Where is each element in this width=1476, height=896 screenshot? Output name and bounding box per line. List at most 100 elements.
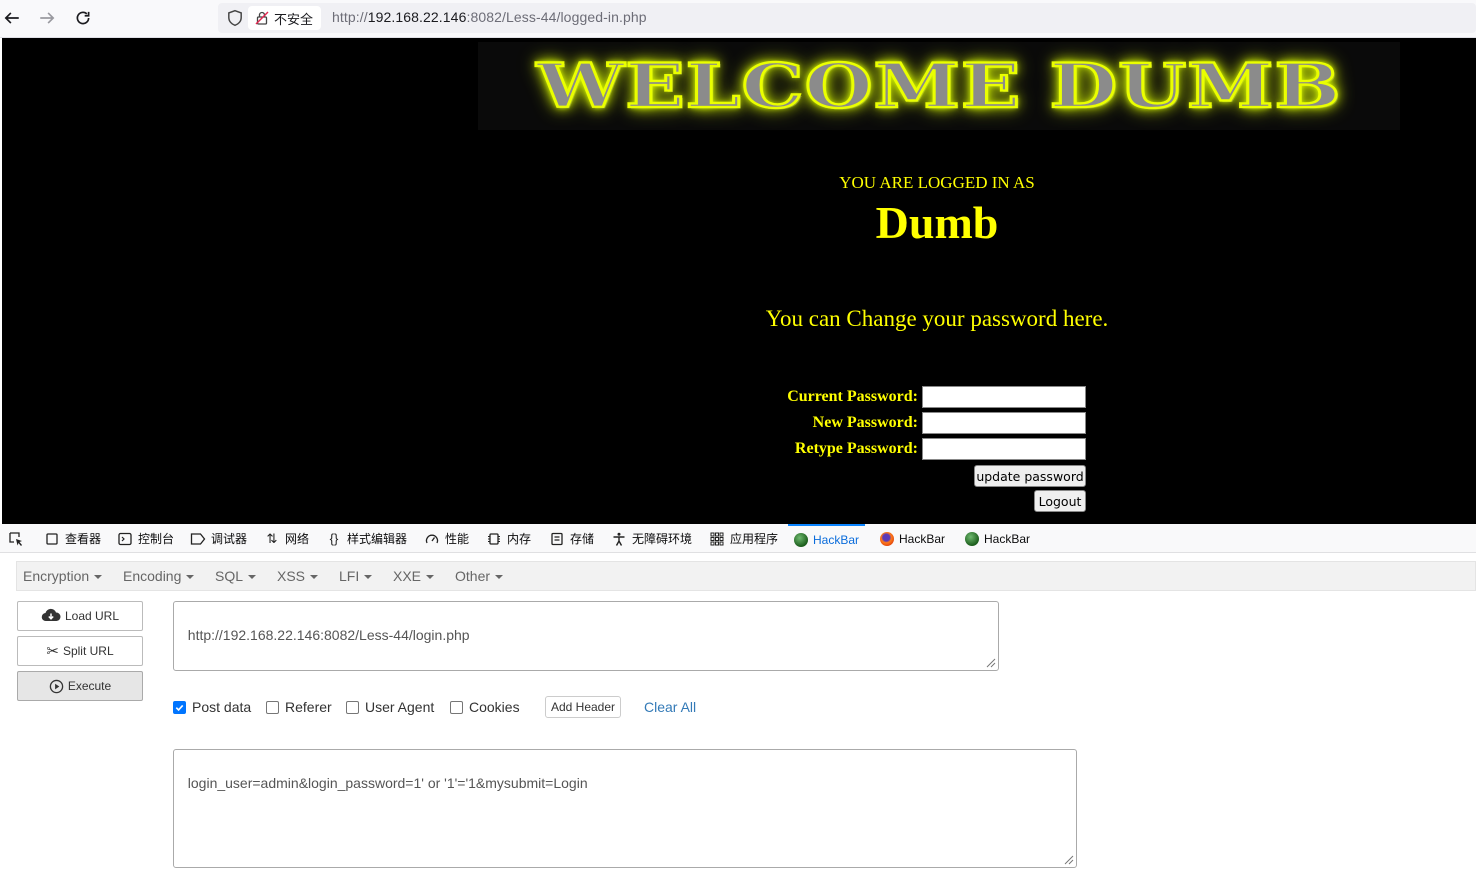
resize-grip-icon[interactable] bbox=[1062, 853, 1074, 865]
menu-other[interactable]: Other bbox=[455, 568, 504, 584]
tab-hackbar-2[interactable]: HackBar bbox=[880, 524, 945, 553]
menu-xss[interactable]: XSS bbox=[277, 568, 319, 584]
application-icon bbox=[709, 531, 725, 547]
insecure-connection-indicator[interactable]: 不安全 bbox=[248, 6, 322, 30]
retype-password-input[interactable] bbox=[922, 438, 1086, 460]
cloud-download-icon bbox=[41, 608, 61, 622]
tab-memory[interactable]: 内存 bbox=[486, 524, 531, 553]
tab-label: 性能 bbox=[445, 532, 470, 546]
split-url-label: Split URL bbox=[62, 644, 114, 658]
menu-label: XXE bbox=[393, 568, 422, 584]
cookies-label: Cookies bbox=[469, 699, 520, 715]
tab-label: HackBar bbox=[899, 531, 946, 546]
tab-accessibility[interactable]: 无障碍环境 bbox=[611, 524, 692, 553]
post-data-textarea[interactable]: login_user=admin&login_password=1' or '1… bbox=[173, 749, 1077, 868]
url-text[interactable]: http://192.168.22.146:8082/Less-44/logge… bbox=[332, 9, 647, 25]
browser-toolbar: 不安全 http://192.168.22.146:8082/Less-44/l… bbox=[0, 0, 1476, 38]
checkbox-icon[interactable] bbox=[346, 700, 359, 714]
menu-sql[interactable]: SQL bbox=[215, 568, 257, 584]
performance-icon bbox=[424, 531, 440, 547]
tab-label: HackBar bbox=[813, 532, 860, 547]
tab-network[interactable]: ⇅ 网络 bbox=[264, 524, 309, 553]
reload-icon bbox=[76, 11, 90, 25]
post-data-value: login_user=admin&login_password=1' or '1… bbox=[187, 775, 588, 791]
current-password-label: Current Password: bbox=[787, 388, 918, 405]
menu-label: SQL bbox=[215, 568, 244, 584]
url-scheme: http:// bbox=[332, 9, 368, 25]
caret-down-icon bbox=[426, 575, 435, 580]
tab-storage[interactable]: 存储 bbox=[549, 524, 594, 553]
tab-label: 网络 bbox=[285, 532, 310, 546]
caret-down-icon bbox=[94, 575, 103, 580]
back-button[interactable] bbox=[0, 7, 24, 29]
logged-in-username: Dumb bbox=[875, 197, 999, 248]
menu-encryption[interactable]: Encryption bbox=[23, 568, 103, 584]
tab-application[interactable]: 应用程序 bbox=[709, 524, 778, 553]
caret-down-icon bbox=[186, 575, 195, 580]
tab-performance[interactable]: 性能 bbox=[424, 524, 469, 553]
execute-button[interactable]: Execute bbox=[17, 671, 143, 701]
clear-all-link[interactable]: Clear All bbox=[644, 699, 696, 715]
insecure-label: 不安全 bbox=[274, 11, 314, 27]
cookies-checkbox[interactable]: Cookies bbox=[450, 699, 520, 715]
url-path: :8082/Less-44/logged-in.php bbox=[466, 9, 647, 25]
user-agent-checkbox[interactable]: User Agent bbox=[346, 699, 434, 715]
url-textarea-value: http://192.168.22.146:8082/Less-44/login… bbox=[187, 627, 470, 643]
scissors-icon: ✂ bbox=[46, 643, 59, 660]
memory-icon bbox=[486, 531, 502, 547]
new-password-input[interactable] bbox=[922, 412, 1086, 434]
logout-button[interactable]: Logout bbox=[1034, 490, 1086, 512]
checkbox-icon[interactable] bbox=[450, 700, 463, 714]
url-host: 192.168.22.146 bbox=[367, 9, 467, 25]
current-password-input[interactable] bbox=[922, 386, 1086, 408]
menu-encoding[interactable]: Encoding bbox=[123, 568, 195, 584]
shield-icon[interactable] bbox=[226, 9, 244, 27]
insecure-lock-icon bbox=[255, 11, 269, 25]
post-data-checkbox[interactable]: Post data bbox=[173, 699, 251, 715]
referer-label: Referer bbox=[285, 699, 332, 715]
storage-icon bbox=[549, 531, 565, 547]
tab-inspector[interactable]: 查看器 bbox=[44, 524, 101, 553]
new-password-label: New Password: bbox=[812, 414, 918, 431]
reload-button[interactable] bbox=[71, 7, 95, 29]
tab-console[interactable]: 控制台 bbox=[117, 524, 174, 553]
load-url-label: Load URL bbox=[64, 609, 120, 623]
network-icon: ⇅ bbox=[266, 530, 278, 546]
welcome-banner: WELCOME DUMB bbox=[478, 42, 1400, 130]
checkbox-checked-icon[interactable] bbox=[173, 700, 186, 714]
arrow-left-icon bbox=[4, 12, 19, 24]
tab-label: 无障碍环境 bbox=[632, 532, 693, 546]
tab-label: 调试器 bbox=[211, 532, 248, 546]
hackbar-icon bbox=[794, 532, 808, 547]
change-password-message: You can Change your password here. bbox=[765, 306, 1109, 331]
menu-label: Encoding bbox=[123, 568, 182, 584]
url-bar[interactable]: 不安全 http://192.168.22.146:8082/Less-44/l… bbox=[218, 3, 1476, 33]
add-header-button[interactable]: Add Header bbox=[545, 696, 621, 718]
tab-label: 控制台 bbox=[138, 532, 175, 546]
menu-lfi[interactable]: LFI bbox=[339, 568, 373, 584]
post-data-label: Post data bbox=[192, 699, 252, 715]
inspector-icon bbox=[44, 531, 60, 547]
retype-password-label: Retype Password: bbox=[794, 440, 918, 457]
tab-style-editor[interactable]: {} 样式编辑器 bbox=[326, 524, 407, 553]
menu-label: Encryption bbox=[23, 568, 90, 584]
referer-checkbox[interactable]: Referer bbox=[266, 699, 332, 715]
menu-label: Other bbox=[455, 568, 491, 584]
element-picker-icon bbox=[8, 531, 24, 547]
resize-grip-icon[interactable] bbox=[984, 656, 996, 668]
tab-label: 存储 bbox=[570, 532, 595, 546]
url-textarea[interactable]: http://192.168.22.146:8082/Less-44/login… bbox=[173, 601, 999, 671]
element-picker-button[interactable] bbox=[8, 524, 24, 553]
checkbox-icon[interactable] bbox=[266, 700, 279, 714]
menu-label: XSS bbox=[277, 568, 306, 584]
load-url-button[interactable]: Load URL bbox=[17, 601, 143, 631]
tab-label: 应用程序 bbox=[730, 532, 779, 546]
update-password-button[interactable]: update password bbox=[974, 465, 1086, 487]
tab-debugger[interactable]: 调试器 bbox=[190, 524, 247, 553]
forward-button[interactable] bbox=[35, 7, 59, 29]
split-url-button[interactable]: ✂ Split URL bbox=[17, 636, 143, 666]
tab-hackbar-3[interactable]: HackBar bbox=[965, 524, 1030, 553]
tab-hackbar-active[interactable]: HackBar bbox=[788, 524, 866, 553]
style-editor-icon: {} bbox=[329, 531, 339, 546]
menu-xxe[interactable]: XXE bbox=[393, 568, 435, 584]
